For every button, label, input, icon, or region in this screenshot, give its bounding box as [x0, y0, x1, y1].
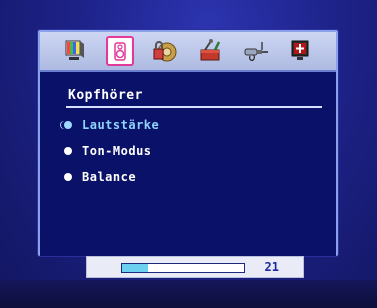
plug-icon [244, 42, 268, 61]
title-divider [66, 106, 322, 108]
menu-item-volume[interactable]: Lautstärke [64, 116, 159, 134]
bullet-icon [64, 147, 72, 155]
volume-value: 21 [264, 260, 279, 274]
tab-picture[interactable] [61, 36, 89, 66]
monitor-bezel [0, 280, 377, 308]
tab-tools[interactable] [197, 36, 225, 66]
tab-audio[interactable] [105, 36, 134, 66]
tv-icon [65, 40, 84, 60]
osd-submenu: Kopfhörer Lautstärke Ton-Modus Balance [40, 72, 336, 256]
selected-bullet-icon [64, 121, 72, 129]
menu-item-label: Lautstärke [82, 118, 160, 132]
monitor-cross-icon [291, 40, 309, 60]
volume-slider-fill [122, 264, 148, 272]
volume-slider-bar: 21 [86, 256, 304, 278]
menu-title: Kopfhörer [68, 88, 143, 103]
menu-item-sound-mode[interactable]: Ton-Modus [64, 142, 152, 160]
speaker-icon [114, 42, 126, 61]
osd-menu: Kopfhörer Lautstärke Ton-Modus Balance [38, 30, 338, 256]
tab-lock[interactable] [151, 36, 179, 66]
menu-item-balance[interactable]: Balance [64, 168, 136, 186]
menu-item-label: Ton-Modus [82, 144, 152, 158]
lock-icon [153, 41, 177, 62]
bullet-icon [64, 173, 72, 181]
volume-slider[interactable] [121, 263, 245, 273]
osd-tab-bar [40, 32, 336, 72]
toolbox-icon [200, 39, 220, 61]
menu-item-label: Balance [82, 170, 137, 184]
tab-input[interactable] [242, 36, 270, 66]
tab-setup[interactable] [287, 36, 315, 66]
